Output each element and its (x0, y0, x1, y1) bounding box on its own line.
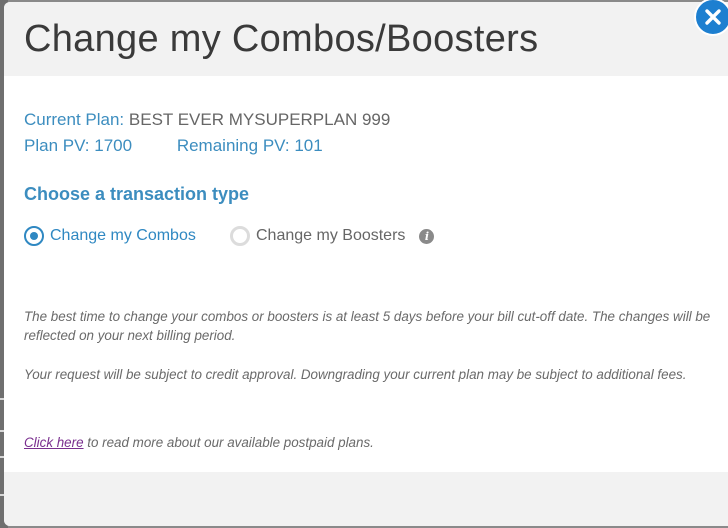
radio-label-combos: Change my Combos (50, 227, 196, 244)
plan-pv-label: Plan PV: (24, 136, 90, 155)
click-here-link[interactable]: Click here (24, 435, 84, 450)
close-button[interactable] (694, 0, 728, 36)
change-combos-modal: Change my Combos/Boosters Current Plan: … (4, 2, 728, 526)
approval-note: Your request will be subject to credit a… (24, 367, 687, 382)
timing-note: The best time to change your combos or b… (24, 309, 711, 343)
modal-header: Change my Combos/Boosters (4, 2, 728, 76)
info-icon[interactable]: i (419, 228, 435, 244)
transaction-type-heading: Choose a transaction type (24, 184, 250, 204)
current-plan-row: Current Plan: BEST EVER MYSUPERPLAN 999 (24, 110, 390, 130)
current-plan-value: BEST EVER MYSUPERPLAN 999 (128, 110, 391, 129)
modal-title: Change my Combos/Boosters (24, 18, 539, 60)
pv-row: Plan PV: 1700 Remaining PV: 101 (24, 136, 323, 156)
radio-change-combos[interactable]: Change my Combos (24, 226, 196, 246)
close-icon (705, 9, 721, 25)
modal-footer (4, 472, 728, 526)
remaining-pv-value: 101 (294, 136, 323, 155)
radio-change-boosters[interactable]: Change my Boosters i (230, 226, 435, 246)
radio-label-boosters: Change my Boosters (256, 227, 406, 244)
radio-checked-icon[interactable] (24, 226, 44, 246)
remaining-pv-label: Remaining PV: (176, 136, 290, 155)
radio-unchecked-icon[interactable] (230, 226, 250, 246)
plan-pv-value: 1700 (94, 136, 133, 155)
plans-link-note: Click here to read more about our availa… (24, 433, 714, 452)
plans-link-suffix: to read more about our available postpai… (83, 435, 374, 450)
current-plan-label: Current Plan: (24, 110, 125, 129)
modal-body: Current Plan: BEST EVER MYSUPERPLAN 999 … (4, 76, 728, 472)
